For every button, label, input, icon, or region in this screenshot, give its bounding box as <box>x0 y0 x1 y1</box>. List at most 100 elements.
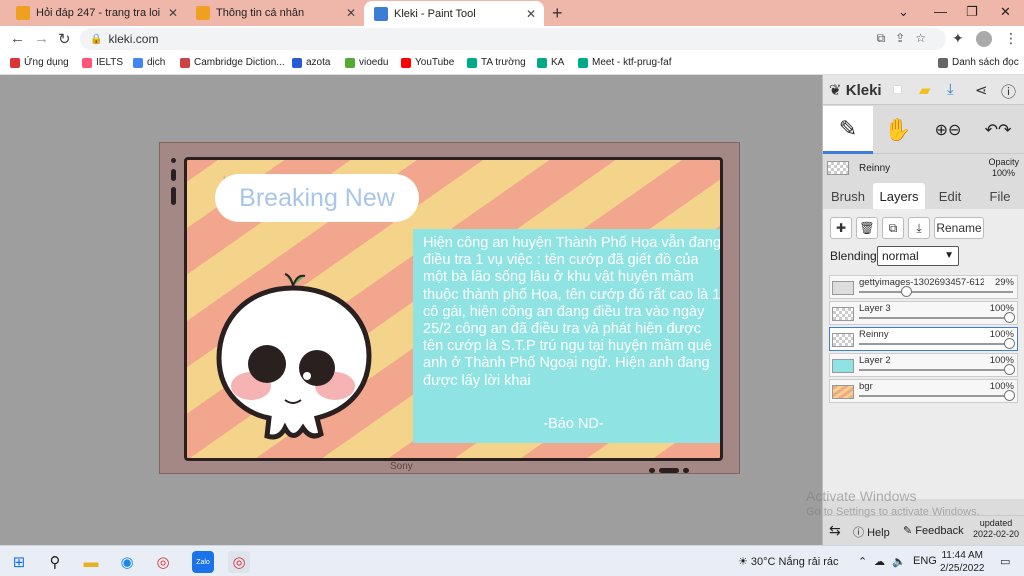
close-icon[interactable]: ✕ <box>346 6 356 20</box>
download-icon[interactable]: ⤓ <box>947 81 954 98</box>
tab-edit[interactable]: Edit <box>925 183 975 209</box>
share-icon[interactable]: ⋖ <box>975 81 988 99</box>
new-file-icon[interactable]: ■ <box>893 81 902 98</box>
youtube-icon <box>401 57 411 68</box>
bookmark-ta-truong[interactable]: TA trường <box>467 57 526 68</box>
address-bar-row: ← → ↻ 🔒 kleki.com ⧉⇪☆ ✦ ⋮ <box>0 26 1024 52</box>
restore-icon[interactable]: ❐ <box>966 4 978 20</box>
menu-icon[interactable]: ⋮ <box>1004 30 1018 47</box>
layer-item-layer-2[interactable]: Layer 2 100% <box>829 353 1018 377</box>
network-icon[interactable]: ☁ <box>874 555 885 568</box>
omnibox-action-icons[interactable]: ⧉⇪☆ <box>877 31 936 46</box>
bookmark-youtube[interactable]: YouTube <box>401 57 454 68</box>
windows-start-icon[interactable]: ⊞ <box>8 551 30 573</box>
layer-item-bgr[interactable]: bgr 100% <box>829 379 1018 403</box>
brush-tool-icon[interactable]: ✎ <box>823 106 873 154</box>
opacity-slider[interactable] <box>859 369 1013 371</box>
tab-thong-tin[interactable]: Thông tin cá nhân ✕ <box>186 0 364 26</box>
bookmark-label: TA trường <box>481 57 526 68</box>
language-indicator[interactable]: ENG <box>913 555 937 567</box>
open-folder-icon[interactable]: ▰ <box>919 81 931 99</box>
opacity-slider-handle[interactable] <box>1004 364 1015 375</box>
bookmarks-bar: Ứng dụng IELTS dịch Cambridge Diction...… <box>0 52 1024 75</box>
chrome-active-icon[interactable]: ◎ <box>228 551 250 573</box>
omnibox[interactable]: 🔒 kleki.com ⧉⇪☆ <box>80 28 946 50</box>
bookmark-label: Cambridge Diction... <box>194 57 285 68</box>
bookmark-vioedu[interactable]: vioedu <box>345 57 388 68</box>
chevron-down-icon[interactable]: ⌄ <box>898 4 909 20</box>
layer-item-layer-3[interactable]: Layer 3 100% <box>829 301 1018 325</box>
opacity-slider[interactable] <box>859 343 1013 345</box>
opacity-slider[interactable] <box>859 395 1013 397</box>
rename-button[interactable]: Rename <box>934 217 984 239</box>
tray-overflow-icon[interactable]: ⌃ <box>858 555 867 568</box>
opacity-slider[interactable] <box>859 317 1013 319</box>
swap-icon[interactable]: ⇆ <box>829 522 841 539</box>
close-window-icon[interactable]: ✕ <box>1000 4 1011 20</box>
bookmark-cambridge[interactable]: Cambridge Diction... <box>180 57 285 68</box>
clock-time: 11:44 AM <box>941 550 983 561</box>
opacity-slider-handle[interactable] <box>1004 312 1015 323</box>
kleki-top-bar: ❦ Kleki ■ ▰ ⤓ ⋖ ⓘ <box>823 75 1024 105</box>
opacity-slider-handle[interactable] <box>901 286 913 297</box>
close-icon[interactable]: ✕ <box>168 6 178 20</box>
opacity-slider[interactable] <box>859 291 1013 293</box>
reload-icon[interactable]: ↻ <box>58 30 71 48</box>
zalo-icon[interactable]: Zalo <box>192 551 214 573</box>
search-icon[interactable]: ⚲ <box>44 551 66 573</box>
bookmark-azota[interactable]: azota <box>292 57 330 68</box>
bookmark-label: YouTube <box>415 57 455 68</box>
bookmark-icon <box>292 57 302 68</box>
blend-mode-select[interactable]: normal ▼ <box>877 246 959 266</box>
undo-redo-icon[interactable]: ↶↷ <box>973 106 1023 154</box>
delete-layer-button[interactable]: 🗑 <box>856 217 878 239</box>
add-layer-button[interactable]: ✚ <box>830 217 852 239</box>
reading-list[interactable]: Danh sách đọc <box>938 57 1019 68</box>
bookmark-meet[interactable]: Meet - ktf-prug-faf <box>578 57 671 68</box>
weather-widget[interactable]: ☀ 30°C Nắng rải rác <box>738 555 838 568</box>
tab-kleki[interactable]: Kleki - Paint Tool ✕ <box>364 1 544 26</box>
volume-icon[interactable]: 🔈 <box>892 555 906 568</box>
updated-label: updated <box>979 518 1013 528</box>
bookmark-ka[interactable]: KA <box>537 57 564 68</box>
minimize-icon[interactable]: — <box>934 4 947 19</box>
file-explorer-icon[interactable]: ▬ <box>80 551 102 573</box>
tab-file[interactable]: File <box>975 183 1024 209</box>
layer-name: gettyimages-1302693457-612 <box>859 277 984 288</box>
bookmark-ung-dung[interactable]: Ứng dụng <box>10 57 69 68</box>
bookmark-label: Meet - ktf-prug-faf <box>592 57 672 68</box>
clock[interactable]: 11:44 AM 2/25/2022 <box>940 549 985 575</box>
layer-item-reinny[interactable]: Reinny 100% <box>829 327 1018 351</box>
bookmark-ielts[interactable]: IELTS <box>82 57 123 68</box>
merge-layer-button[interactable]: ⤓ <box>908 217 930 239</box>
google-icon <box>133 57 143 68</box>
feedback-link[interactable]: ✎ Feedback <box>903 524 964 537</box>
back-icon[interactable]: ← <box>10 30 25 47</box>
help-link[interactable]: ⓘ Help <box>853 524 890 540</box>
bookmark-icon <box>345 57 355 68</box>
chrome-icon[interactable]: ◎ <box>152 551 174 573</box>
avatar[interactable] <box>976 31 992 47</box>
tab-title: Thông tin cá nhân <box>216 7 305 19</box>
bookmark-dich[interactable]: dịch <box>133 57 165 68</box>
tab-brush[interactable]: Brush <box>823 183 873 209</box>
new-tab-button[interactable]: + <box>552 3 563 24</box>
layer-thumbnail <box>832 359 854 373</box>
tab-layers[interactable]: Layers <box>873 183 925 209</box>
edge-icon[interactable]: ◉ <box>116 551 138 573</box>
close-icon[interactable]: ✕ <box>526 7 536 21</box>
zoom-icon[interactable]: ⊕⊖ <box>923 106 973 154</box>
notifications-icon[interactable]: ▭ <box>1000 555 1010 568</box>
extensions-icon[interactable]: ✦ <box>952 30 964 47</box>
canvas-area[interactable]: Live Breaking New Hiện công an huyện Thà… <box>0 75 822 545</box>
opacity-slider-handle[interactable] <box>1004 390 1015 401</box>
duplicate-layer-button[interactable]: ⧉ <box>882 217 904 239</box>
layer-item-gettyimages[interactable]: gettyimages-1302693457-612 29% <box>829 275 1018 299</box>
tab-hoi-dap[interactable]: Hỏi đáp 247 - trang tra loi ✕ <box>6 0 186 26</box>
drawing-canvas[interactable]: Live Breaking New Hiện công an huyện Thà… <box>159 142 740 474</box>
hand-tool-icon[interactable]: ✋ <box>873 106 923 154</box>
panel-tabs: Brush Layers Edit File <box>823 183 1024 209</box>
opacity-slider-handle[interactable] <box>1004 338 1015 349</box>
forward-icon[interactable]: → <box>34 30 49 47</box>
help-icon[interactable]: ⓘ <box>1001 81 1016 102</box>
